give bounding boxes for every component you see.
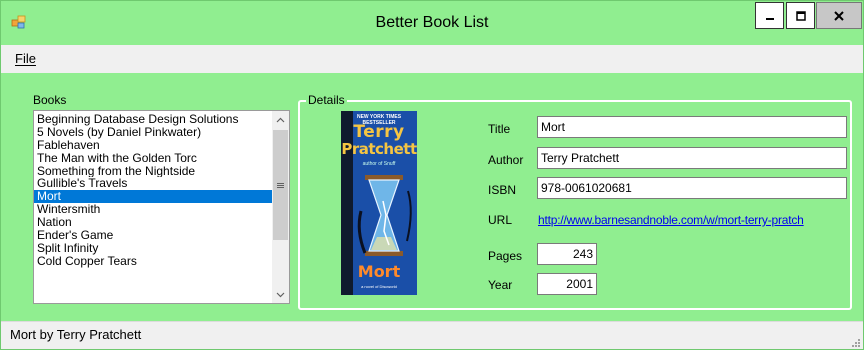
cover-subtitle: author of Snuff [362, 161, 396, 167]
list-item[interactable]: 5 Novels (by Daniel Pinkwater) [34, 126, 272, 139]
list-item[interactable]: Gullible's Travels [34, 177, 272, 190]
scroll-up-button[interactable] [272, 111, 289, 128]
books-list: Beginning Database Design Solutions 5 No… [34, 113, 272, 268]
cover-author-last: Pratchett [341, 140, 417, 158]
list-item[interactable]: Nation [34, 216, 272, 229]
title-field[interactable]: Mort [537, 116, 847, 138]
menu-file[interactable]: File [15, 51, 36, 66]
books-label: Books [33, 93, 67, 107]
title-label: Title [488, 122, 511, 136]
list-item[interactable]: Beginning Database Design Solutions [34, 113, 272, 126]
list-item[interactable]: Split Infinity [34, 242, 272, 255]
chevron-up-icon [276, 117, 285, 122]
author-field[interactable]: Terry Pratchett [537, 147, 847, 169]
scroll-down-button[interactable] [272, 286, 289, 303]
status-text: Mort by Terry Pratchett [10, 327, 142, 342]
list-item-selected[interactable]: Mort [34, 190, 272, 204]
chevron-down-icon [276, 292, 285, 297]
scroll-thumb[interactable] [273, 130, 288, 240]
maximize-button[interactable] [786, 2, 815, 29]
list-item[interactable]: Ender's Game [34, 229, 272, 242]
url-label: URL [488, 213, 513, 227]
year-label: Year [488, 278, 513, 292]
app-window: Better Book List File Books Beginning Da… [0, 0, 864, 350]
list-item[interactable]: The Man with the Golden Torc [34, 152, 272, 165]
status-bar: Mort by Terry Pratchett [1, 321, 863, 349]
minimize-button[interactable] [755, 2, 784, 29]
title-bar[interactable]: Better Book List [1, 1, 863, 45]
details-label: Details [306, 93, 347, 107]
hourglass-illustration [357, 175, 412, 256]
resize-grip-icon[interactable] [849, 336, 861, 348]
year-field[interactable]: 2001 [537, 273, 597, 295]
pages-label: Pages [488, 249, 523, 263]
books-listbox[interactable]: Beginning Database Design Solutions 5 No… [33, 110, 290, 304]
close-icon [834, 10, 844, 21]
isbn-label: ISBN [488, 183, 517, 197]
minimize-icon [765, 17, 774, 20]
list-item[interactable]: Fablehaven [34, 139, 272, 152]
isbn-field[interactable]: 978-0061020681 [537, 177, 847, 199]
url-link[interactable]: http://www.barnesandnoble.com/w/mort-ter… [538, 213, 804, 227]
menu-bar: File [1, 45, 863, 73]
window-title: Better Book List [375, 14, 489, 31]
cover-author-first: Terry [353, 122, 405, 142]
grip-icon [277, 182, 284, 188]
list-item[interactable]: Wintersmith [34, 203, 272, 216]
cover-bottom-text: a novel of Discworld [361, 284, 397, 289]
book-cover-image: NEW YORK TIMES BESTSELLER Terry Pratchet… [341, 111, 417, 295]
pages-field[interactable]: 243 [537, 243, 597, 265]
cover-title: Mort [357, 262, 401, 281]
books-scrollbar[interactable] [272, 111, 289, 303]
author-label: Author [488, 153, 524, 167]
list-item[interactable]: Something from the Nightside [34, 165, 272, 178]
maximize-icon [795, 10, 806, 21]
list-item[interactable]: Cold Copper Tears [34, 255, 272, 268]
close-button[interactable] [816, 2, 862, 29]
